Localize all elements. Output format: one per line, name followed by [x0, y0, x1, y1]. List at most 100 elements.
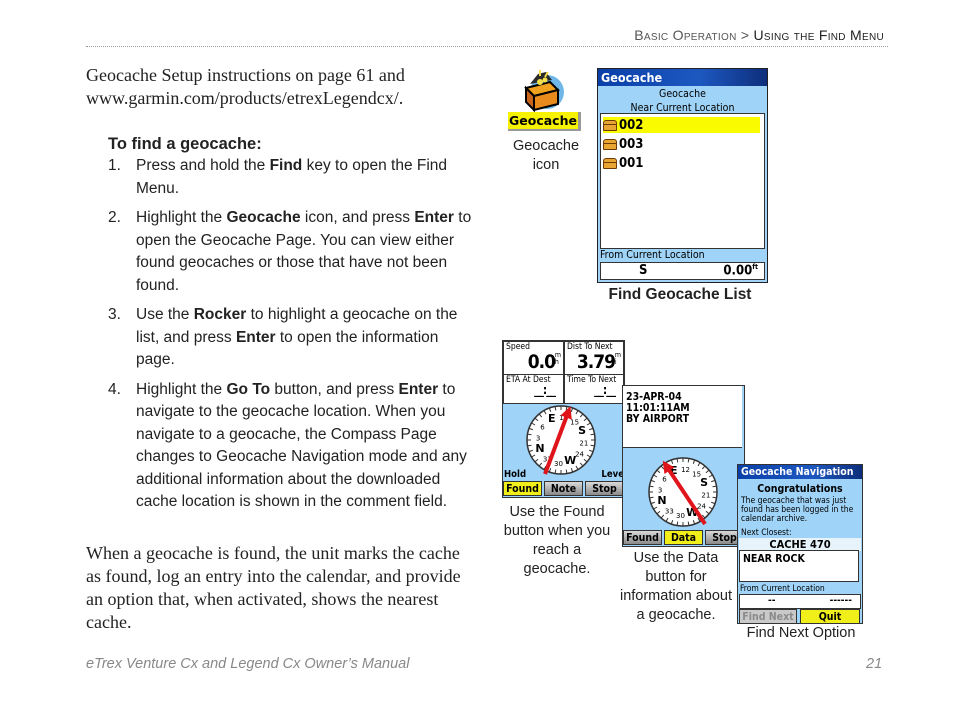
geocache-icon-caption: Geocache icon	[512, 138, 580, 173]
comment-line-1: 23-APR-04 11:01:11AM	[626, 391, 690, 414]
step-text: Use the	[136, 306, 194, 323]
direction-value: S	[639, 263, 648, 278]
geocache-list-item[interactable]: 002	[603, 117, 760, 133]
time-value: __:__	[594, 383, 616, 397]
stop-button[interactable]: Stop	[585, 481, 624, 496]
geocache-name: 003	[619, 136, 644, 152]
procedure-step: 1. Press and hold the Find key to open th…	[108, 155, 478, 200]
time-to-next-field: Time To Next __:__	[564, 374, 624, 404]
key-name: Geocache	[226, 209, 301, 226]
procedure-step: 4. Highlight the Go To button, and press …	[108, 379, 478, 514]
compass-tick	[590, 444, 595, 447]
nav-screen-caption: Find Next Option	[746, 625, 856, 641]
compass-label: 33	[665, 508, 674, 516]
find-list-caption: Find Geocache List	[608, 286, 752, 303]
note-button[interactable]: Note	[544, 481, 583, 496]
page-number: 21	[866, 656, 883, 672]
geocache-name: 002	[619, 117, 644, 133]
step-number: 3.	[108, 306, 121, 323]
eta-field: ETA At Dest __:__	[503, 374, 564, 404]
compass-label: 30	[554, 460, 563, 468]
key-name: Rocker	[193, 306, 247, 323]
data-screen-caption: Use the Data button for information abou…	[619, 550, 733, 623]
from-location-label: From Current Location	[740, 584, 825, 594]
geocache-icon-figure: Geocache	[508, 68, 581, 132]
procedure-step: 2. Highlight the Geocache icon, and press…	[108, 207, 478, 297]
compass-tick	[554, 406, 557, 411]
compass-tick	[687, 458, 690, 463]
compass-label: N	[535, 442, 544, 455]
compass-label: 3	[658, 486, 662, 494]
speed-unit: mh	[554, 351, 561, 366]
compass-label: 12	[681, 466, 690, 474]
breadcrumb: Basic Operation > Using the Find Menu	[634, 27, 884, 43]
compass-label: N	[657, 494, 666, 507]
geocache-list-item[interactable]: 001	[603, 155, 760, 171]
compass-tick	[649, 485, 654, 488]
compass-tick	[712, 496, 717, 499]
geocache-navigation-screen: Geocache Navigation Congratulations The …	[737, 464, 863, 624]
compass-label: 6	[662, 475, 667, 483]
breadcrumb-current: Using the Find Menu	[753, 27, 884, 43]
step-text: to navigate to the geocache location. Wh…	[136, 380, 467, 511]
button-bar: Found Data Stop	[623, 530, 744, 545]
compass-rose: 1215S2124W3033N36E	[648, 457, 718, 527]
outro-paragraph: When a geocache is found, the unit marks…	[86, 543, 461, 632]
step-text: icon, and press	[300, 209, 415, 226]
geocache-name: 001	[619, 155, 644, 171]
find-next-button[interactable]: Find Next	[739, 609, 797, 623]
key-name: Find	[269, 157, 303, 174]
breadcrumb-separator: >	[740, 27, 750, 43]
treasure-chest-icon	[520, 68, 564, 113]
dist-to-next-field: Dist To Next 3.79 mi	[564, 341, 624, 376]
cache-comment: NEAR ROCK	[739, 550, 859, 582]
page-header: Basic Operation > Using the Find Menu	[86, 22, 888, 47]
congrats-heading: Congratulations	[757, 483, 843, 495]
key-name: Enter	[398, 380, 439, 398]
procedure-heading: To find a geocache:	[108, 135, 262, 153]
found-button[interactable]: Found	[503, 481, 542, 496]
compass-label: S	[700, 476, 708, 489]
data-button[interactable]: Data	[664, 530, 703, 545]
found-button-screen: Speed 0.0 mh Dist To Next 3.79 mi ETA At…	[502, 340, 625, 498]
treasure-chest-icon	[603, 119, 617, 131]
intro-paragraph: Geocache Setup instructions on page 61 a…	[86, 65, 405, 108]
screen-title: Geocache Navigation	[738, 465, 862, 479]
dist-unit: mi	[614, 351, 621, 366]
key-name: Go To	[226, 380, 271, 398]
found-button[interactable]: Found	[623, 530, 662, 545]
speed-label: Speed	[506, 342, 530, 352]
comment-line-2: BY AIRPORT	[626, 413, 690, 425]
compass-label: 21	[579, 440, 588, 448]
compass-label: 3	[536, 434, 540, 442]
find-geocache-list-screen: Geocache Geocache Near Current Location …	[597, 68, 768, 283]
footer-manual-title: eTrex Venture Cx and Legend Cx Owner’s M…	[86, 656, 410, 672]
button-bar: Find Next Quit	[739, 609, 860, 623]
compass-label: 21	[701, 492, 710, 500]
compass-label: E	[548, 412, 556, 425]
hold-label: Hold	[504, 469, 527, 480]
button-bar: Found Note Stop	[503, 481, 624, 496]
direction-value: --	[768, 595, 776, 606]
step-number: 1.	[108, 157, 121, 174]
compass-rose: 1215S2124W3033N36E	[526, 405, 596, 475]
compass-tick	[527, 433, 532, 436]
next-closest-label: Next Closest:	[741, 528, 792, 538]
treasure-chest-icon	[603, 157, 617, 169]
key-name: Enter	[414, 209, 454, 226]
comment-field: 23-APR-04 11:01:11AM BY AIRPORT	[623, 386, 742, 448]
procedure-step: 3. Use the Rocker to highlight a geocache…	[108, 304, 478, 372]
level-label: Leve	[601, 469, 624, 480]
distance-number: 0.00	[723, 263, 753, 279]
compass-label: 6	[540, 423, 545, 431]
geocache-icon-label: Geocache	[508, 112, 581, 131]
eta-value: __:__	[534, 383, 556, 397]
quit-button[interactable]: Quit	[800, 609, 860, 623]
geocache-list-item[interactable]: 003	[603, 136, 760, 152]
speed-field: Speed 0.0 mh	[503, 341, 564, 376]
key-name: Enter	[235, 328, 276, 346]
location-field: S 0.00ft	[600, 262, 765, 280]
geocache-list: 002 003 001	[600, 113, 765, 249]
step-number: 4.	[108, 380, 121, 398]
step-text: Highlight the	[136, 380, 227, 398]
